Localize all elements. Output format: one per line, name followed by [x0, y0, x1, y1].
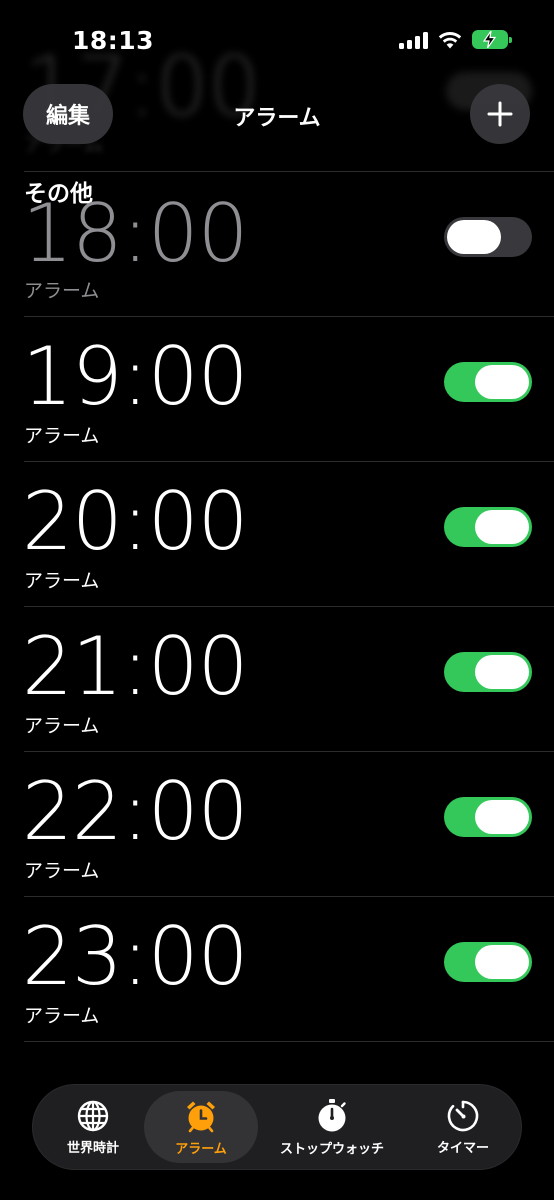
timer-icon	[447, 1100, 479, 1131]
toggle-knob	[475, 365, 529, 399]
alarm-toggle[interactable]	[444, 507, 532, 547]
alarm-row[interactable]: 22:00 アラーム	[0, 752, 554, 897]
toggle-knob	[475, 800, 529, 834]
alarm-label: アラーム	[24, 280, 100, 302]
alarm-label: アラーム	[24, 1005, 100, 1027]
alarm-time: 19:00	[22, 330, 249, 423]
globe-icon	[77, 1100, 109, 1131]
alarm-time: 20:00	[22, 475, 249, 568]
tab-label-alarm: アラーム	[175, 1141, 227, 1157]
alarm-row[interactable]: 23:00 アラーム	[0, 897, 554, 1042]
row-divider	[24, 1041, 554, 1042]
toggle-knob	[475, 945, 529, 979]
cellular-signal-icon	[399, 31, 428, 49]
nav-bar: 編集 アラーム	[0, 84, 554, 146]
alarm-toggle[interactable]	[444, 217, 532, 257]
alarm-toggle[interactable]	[444, 797, 532, 837]
alarm-label: アラーム	[24, 425, 100, 447]
status-bar: 18:13	[0, 0, 554, 80]
alarm-row[interactable]: 18:00 アラーム	[0, 172, 554, 317]
status-time: 18:13	[72, 26, 155, 55]
tab-alarm[interactable]: アラーム	[144, 1091, 258, 1163]
alarm-clock-icon	[187, 1101, 215, 1132]
tab-label-timer: タイマー	[436, 1140, 489, 1156]
stopwatch-icon	[318, 1098, 346, 1131]
alarm-label: アラーム	[24, 860, 100, 882]
tab-label-world-clock: 世界時計	[66, 1140, 119, 1156]
alarm-label: アラーム	[24, 570, 100, 592]
toggle-knob	[475, 510, 529, 544]
toggle-knob	[447, 220, 501, 254]
alarm-toggle[interactable]	[444, 652, 532, 692]
alarm-time: 18:00	[22, 187, 249, 280]
toggle-knob	[475, 655, 529, 689]
tab-timer[interactable]: タイマー	[411, 1091, 515, 1163]
alarm-time: 21:00	[22, 620, 249, 713]
tab-bar: 世界時計 アラーム ストップウォッチ タイマー	[32, 1084, 522, 1170]
alarm-screen: 17:00 アラーム 18:13 編集 アラーム その他 18:00 アラーム …	[0, 0, 554, 1200]
alarm-time: 23:00	[22, 910, 249, 1003]
tab-label-stopwatch: ストップウォッチ	[279, 1141, 384, 1157]
alarm-row[interactable]: 19:00 アラーム	[0, 317, 554, 462]
tab-stopwatch[interactable]: ストップウォッチ	[265, 1091, 399, 1163]
alarm-row[interactable]: 21:00 アラーム	[0, 607, 554, 752]
alarm-row[interactable]: 20:00 アラーム	[0, 462, 554, 607]
alarm-toggle[interactable]	[444, 942, 532, 982]
plus-icon	[487, 101, 513, 127]
alarm-time: 22:00	[22, 765, 249, 858]
add-alarm-button[interactable]	[470, 84, 530, 144]
alarm-toggle[interactable]	[444, 362, 532, 402]
wifi-icon	[438, 31, 462, 48]
battery-charging-icon	[472, 30, 512, 49]
tab-world-clock[interactable]: 世界時計	[41, 1091, 145, 1163]
status-icons	[399, 30, 512, 49]
alarm-label: アラーム	[24, 715, 100, 737]
